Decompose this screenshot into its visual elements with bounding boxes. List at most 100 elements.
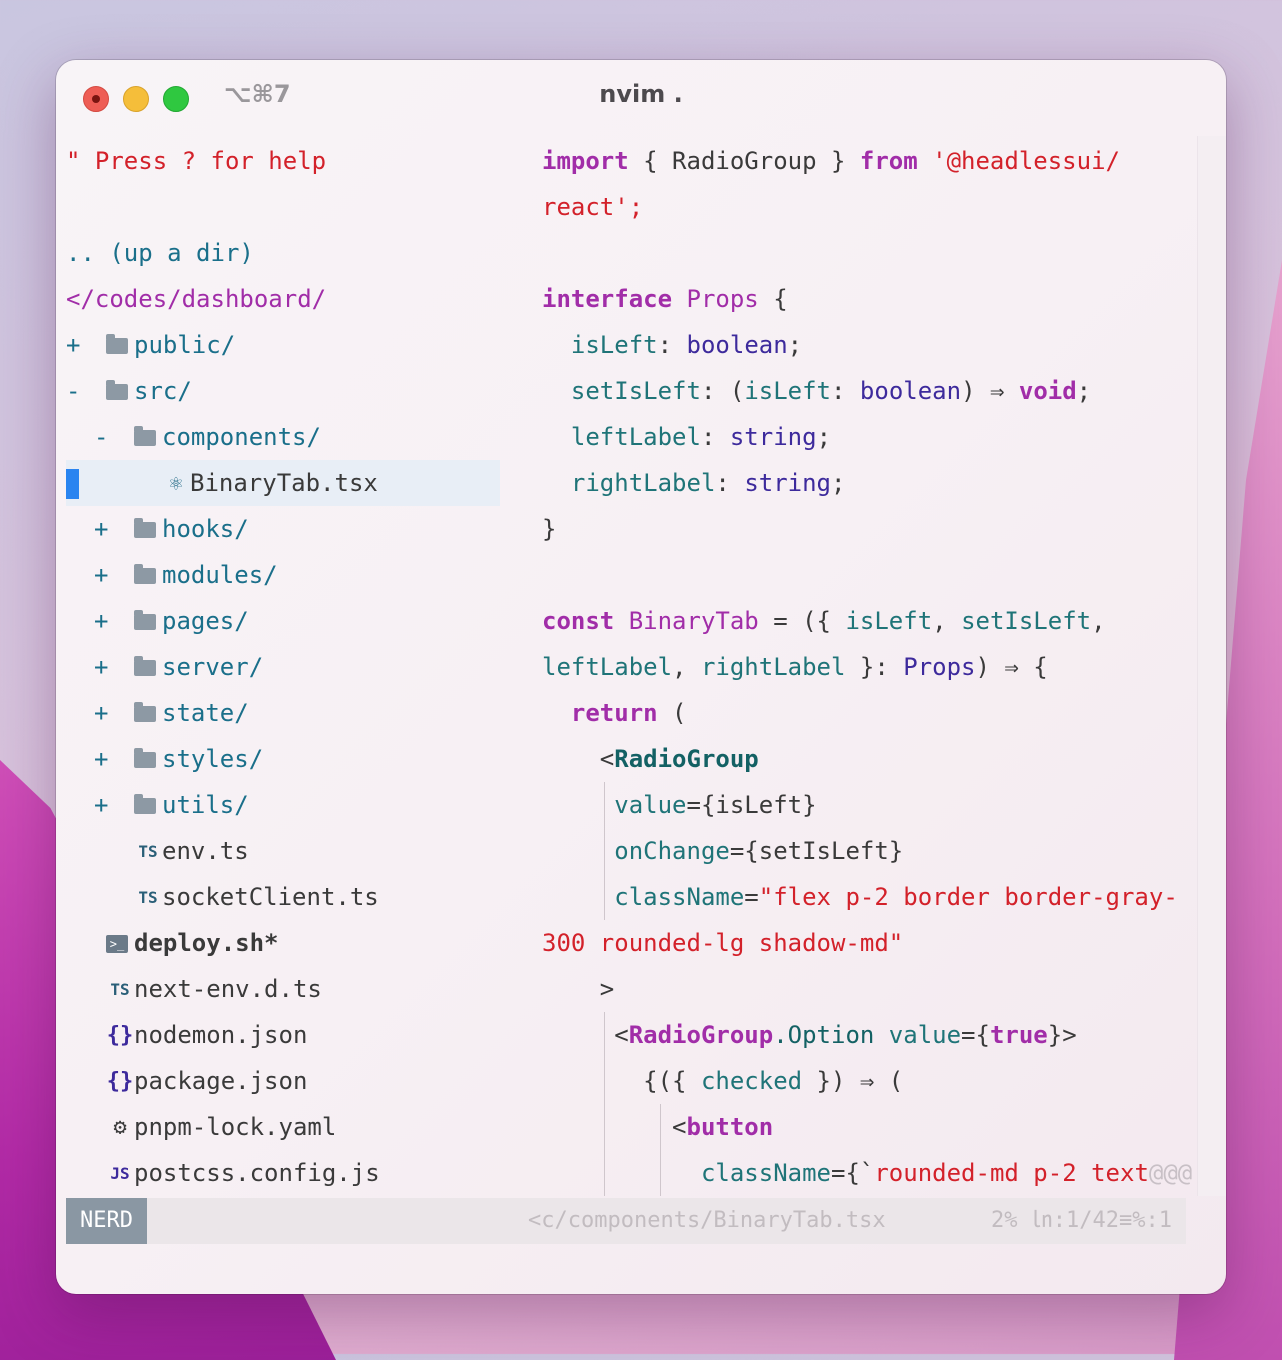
- typescript-icon: TS: [138, 888, 158, 907]
- tree-item-label: utils/: [162, 791, 249, 819]
- code-line: rightLabel: string;: [570, 469, 846, 497]
- nerdtree-pane[interactable]: " Press ? for help .. (up a dir) </codes…: [66, 138, 500, 1196]
- current-dir[interactable]: </codes/dashboard/: [66, 276, 500, 322]
- tree-item-src[interactable]: - src/: [66, 368, 500, 414]
- typescript-icon: TS: [110, 980, 130, 999]
- tree-item-label: deploy.sh*: [134, 929, 279, 957]
- collapsed-sign: +: [94, 653, 109, 681]
- tree-item-label: components/: [162, 423, 321, 451]
- code-line: return (: [570, 699, 687, 727]
- title-bar: ⌥⌘7 nvim .: [56, 60, 1226, 136]
- code-line: leftLabel, rightLabel }: Props) ⇒ {: [542, 653, 1048, 681]
- code-line: leftLabel: string;: [570, 423, 832, 451]
- tree-item-modules[interactable]: + modules/: [66, 552, 500, 598]
- code-line: {({ checked }) ⇒ (: [542, 1058, 1202, 1104]
- tree-item-next-env[interactable]: TS next-env.d.ts: [66, 966, 500, 1012]
- indent-guide: [604, 782, 605, 828]
- tree-item-server[interactable]: + server/: [66, 644, 500, 690]
- terminal-icon: >_: [106, 935, 128, 953]
- tree-item-socketclient[interactable]: TS socketClient.ts: [66, 874, 500, 920]
- tree-item-styles[interactable]: + styles/: [66, 736, 500, 782]
- window-title: nvim .: [599, 80, 683, 108]
- tree-item-nodemon[interactable]: {}nodemon.json: [66, 1012, 500, 1058]
- folder-icon: [134, 610, 156, 630]
- code-line: 300 rounded-lg shadow-md": [542, 929, 904, 957]
- tree-item-label: package.json: [134, 1067, 308, 1095]
- indent-guide: [660, 1150, 661, 1196]
- cursor-indicator: [66, 469, 79, 499]
- collapsed-sign: +: [94, 515, 109, 543]
- status-line: NERD <c/components/BinaryTab.tsx 2% ㏑:1/…: [66, 1198, 1186, 1244]
- tree-item-label: public/: [134, 331, 236, 359]
- up-dir-item[interactable]: .. (up a dir): [66, 230, 500, 276]
- expanded-sign: -: [66, 377, 81, 405]
- tree-item-label: modules/: [162, 561, 278, 589]
- code-line: import { RadioGroup } from '@headlessui/: [542, 147, 1120, 175]
- indent-guide: [604, 828, 605, 874]
- collapsed-sign: +: [66, 331, 81, 359]
- indent-guide: [604, 1104, 605, 1150]
- folder-icon: [134, 794, 156, 814]
- status-position: 2% ㏑:1/42≡%:1: [991, 1208, 1172, 1233]
- code-line: const BinaryTab = ({ isLeft, setIsLeft,: [542, 607, 1106, 635]
- collapsed-sign: +: [94, 699, 109, 727]
- mode-indicator: NERD: [66, 1198, 147, 1244]
- tree-item-label: pages/: [162, 607, 249, 635]
- tree-item-label: pnpm-lock.yaml: [134, 1113, 337, 1141]
- code-line: }: [542, 515, 557, 543]
- folder-icon: [106, 334, 128, 354]
- code-line: setIsLeft: (isLeft: boolean) ⇒ void;: [570, 377, 1092, 405]
- folder-icon: [134, 564, 156, 584]
- collapsed-sign: +: [94, 561, 109, 589]
- code-line: interface Props {: [542, 285, 788, 313]
- terminal-window: ⌥⌘7 nvim . " Press ? for help .. (up a d…: [56, 60, 1226, 1294]
- code-line: >: [599, 975, 615, 1003]
- tree-item-label: env.ts: [162, 837, 249, 865]
- folder-icon: [134, 426, 156, 446]
- tree-item-label: server/: [162, 653, 264, 681]
- tree-item-label: socketClient.ts: [162, 883, 379, 911]
- folder-icon: [134, 518, 156, 538]
- tree-item-public[interactable]: + public/: [66, 322, 500, 368]
- indent-guide: [604, 874, 605, 920]
- code-line: className={`rounded-md p-2 text@@@: [542, 1150, 1202, 1196]
- tree-item-label: BinaryTab.tsx: [190, 469, 378, 497]
- status-filename: <c/components/BinaryTab.tsx: [528, 1208, 886, 1233]
- tree-item-label: src/: [134, 377, 192, 405]
- folder-icon: [134, 656, 156, 676]
- tree-item-label: hooks/: [162, 515, 249, 543]
- tree-item-state[interactable]: + state/: [66, 690, 500, 736]
- indent-guide: [604, 1012, 605, 1058]
- tree-item-components[interactable]: - components/: [66, 414, 500, 460]
- tree-item-label: nodemon.json: [134, 1021, 308, 1049]
- tree-item-hooks[interactable]: + hooks/: [66, 506, 500, 552]
- tree-item-binarytab[interactable]: ⚛ BinaryTab.tsx: [66, 460, 500, 506]
- tree-item-label: state/: [162, 699, 249, 727]
- tree-item-package[interactable]: {}package.json: [66, 1058, 500, 1104]
- collapsed-sign: +: [94, 607, 109, 635]
- editor-pane[interactable]: import { RadioGroup } from '@headlessui/…: [542, 138, 1202, 1196]
- indent-guide: [660, 1104, 661, 1150]
- collapsed-sign: +: [94, 745, 109, 773]
- folder-icon: [106, 380, 128, 400]
- javascript-icon: JS: [110, 1164, 130, 1183]
- code-line: <button: [542, 1104, 1202, 1150]
- tree-item-utils[interactable]: + utils/: [66, 782, 500, 828]
- tree-item-pages[interactable]: + pages/: [66, 598, 500, 644]
- gear-icon: ⚙: [113, 1115, 127, 1140]
- code-line: react';: [542, 193, 644, 221]
- code-line: value={isLeft}: [542, 782, 1202, 828]
- tree-item-pnpm-lock[interactable]: ⚙ pnpm-lock.yaml: [66, 1104, 500, 1150]
- folder-icon: [134, 748, 156, 768]
- tree-item-postcss[interactable]: JS postcss.config.js: [66, 1150, 500, 1196]
- tree-item-env[interactable]: TS env.ts: [66, 828, 500, 874]
- tree-item-deploy[interactable]: >_ deploy.sh*: [66, 920, 500, 966]
- json-icon: {}: [106, 1023, 134, 1048]
- folder-icon: [134, 702, 156, 722]
- scrollbar[interactable]: [1197, 136, 1226, 1196]
- help-hint: " Press ? for help: [66, 147, 327, 175]
- tree-item-label: postcss.config.js: [134, 1159, 380, 1187]
